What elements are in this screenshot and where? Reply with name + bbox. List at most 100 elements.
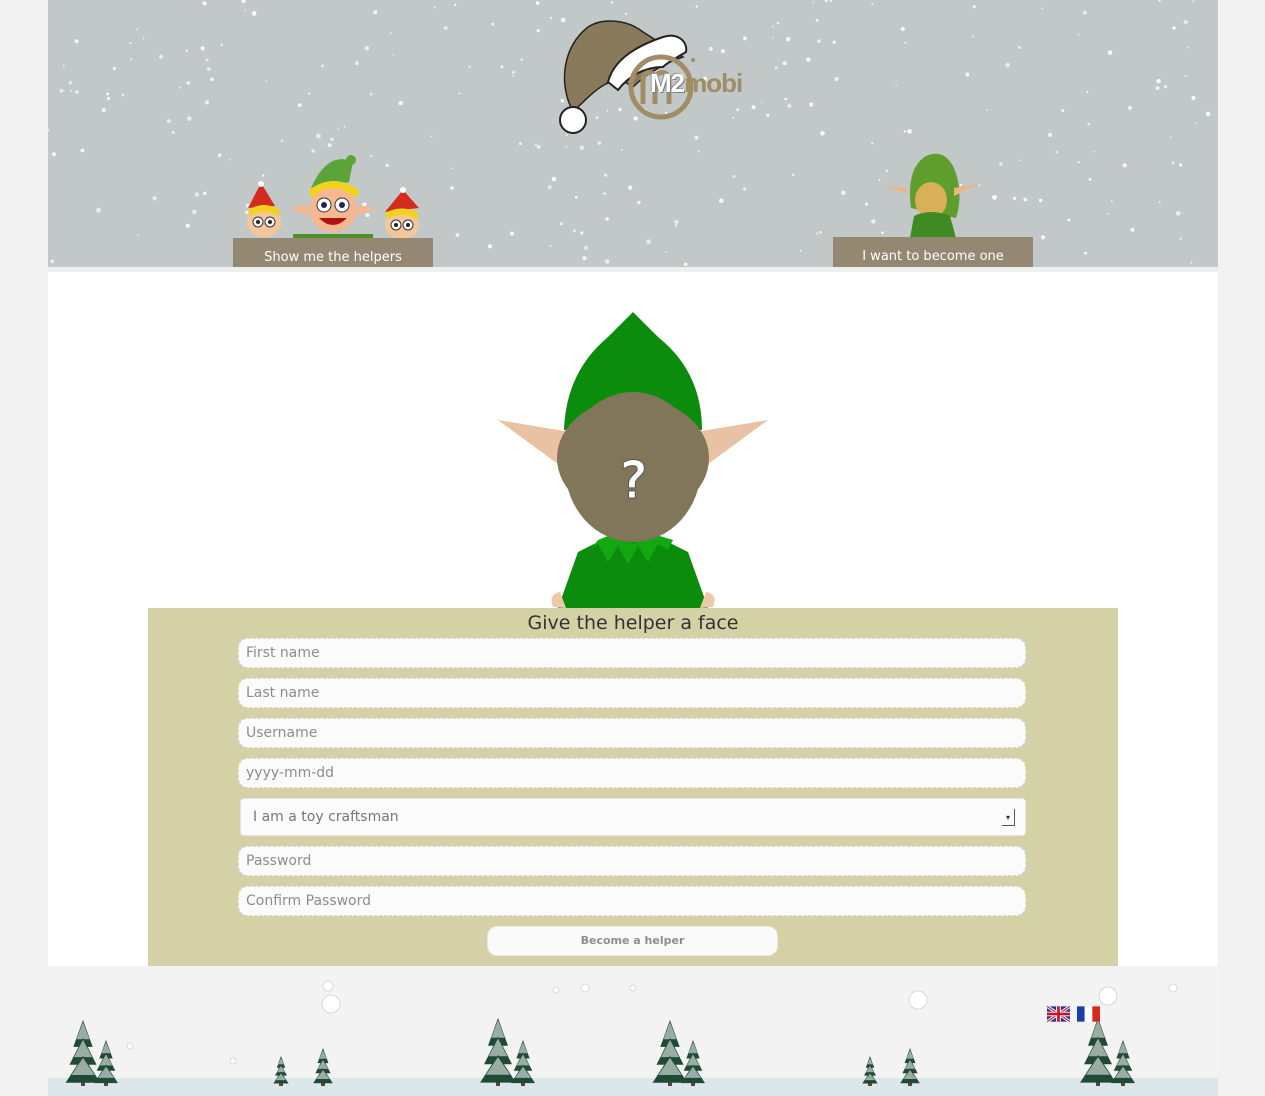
snowflake [75,90,79,94]
main-content: ? Give the helper a face I am a toy craf… [48,272,1218,966]
snowflake [1175,211,1181,216]
snowflake [112,67,116,71]
snowflake [584,245,588,250]
snowflake [322,980,334,992]
snowflake [1156,78,1161,84]
snowflake [574,196,578,199]
snowflake [1169,136,1172,139]
snowflake [430,135,433,138]
snowflake [637,200,641,205]
snowflake [220,43,223,46]
logo-wordmark: M2mobi [650,70,743,96]
snowflake [458,92,461,95]
unknown-face-question-mark: ? [617,451,648,511]
snowflake [48,128,50,132]
snowflake [166,119,171,124]
show-helpers-button[interactable]: Show me the helpers [233,238,433,267]
snowflake [603,192,606,195]
snowflake [1005,62,1010,68]
snowflake [337,127,339,130]
snowflake [229,1057,237,1065]
snowflake [59,88,64,93]
page: M2mobi Show me the helpers I want to bec… [48,0,1218,1096]
snowflake [965,72,970,77]
snowflake [629,984,637,992]
snowflake [185,223,190,228]
snowflake [579,145,584,150]
snowflake [551,176,557,182]
first-name-input[interactable] [238,638,1026,668]
footer [48,966,1218,1096]
snowflake [297,103,302,107]
france-flag-icon[interactable] [1077,1006,1100,1022]
snowflake [355,61,359,66]
snowflake [1179,237,1182,240]
snowflake [1098,986,1118,1006]
snowflake [785,36,791,42]
snowflake [1171,161,1175,164]
snowflake [1179,163,1183,167]
snowflake [674,219,679,224]
snowflake [126,1042,134,1050]
snowflake [903,130,907,133]
username-input[interactable] [238,718,1026,748]
snowflake [776,21,780,25]
snowflake [799,249,802,252]
helper-signup-form: Give the helper a face I am a toy crafts… [148,608,1118,966]
snowflake [1018,46,1021,49]
snowflake [68,80,73,85]
snowflake [1172,26,1176,30]
snowflake [205,58,209,62]
header-banner: M2mobi Show me the helpers I want to bec… [48,0,1218,267]
snowflake [1191,96,1196,100]
snowflake [510,231,514,236]
role-select[interactable]: I am a toy craftsman ▾ [240,798,1026,836]
snowflake [203,191,207,195]
snowflake [450,167,453,170]
confirm-password-input[interactable] [238,886,1026,916]
snowflake [841,190,846,196]
password-input[interactable] [238,846,1026,876]
become-helper-button[interactable]: Become a helper [487,926,778,956]
snowflake [1084,251,1087,255]
snowflake [1127,105,1133,110]
snowflake [241,0,246,3]
snowflake [69,89,72,92]
snowflake [1158,0,1161,2]
last-name-input[interactable] [238,678,1026,708]
snowflake [194,192,200,197]
snowflake [280,139,284,143]
snowflake [719,198,724,203]
snowflake [308,92,311,95]
snowflake [142,37,145,40]
snowflake [549,244,552,247]
snowflake [999,162,1003,166]
uk-flag-icon[interactable] [1047,1006,1070,1022]
snowflake [251,11,257,16]
birthdate-input[interactable] [238,758,1026,788]
snowflake [369,92,373,96]
snowflake [605,217,609,221]
snowflake [809,102,814,107]
faceless-elf-icon[interactable]: ? [448,282,818,608]
snowflake [816,232,819,235]
tree-snow [518,1042,528,1054]
snowflake [611,1,614,4]
snowflake [871,2,874,5]
snowflake [1130,227,1135,232]
become-one-button[interactable]: I want to become one [833,237,1033,267]
snowflake [450,186,454,190]
snowflake [330,137,334,142]
snowflake [205,100,210,105]
snowflake [900,27,905,31]
snowflake [62,64,65,67]
snowflake [1087,122,1091,126]
snowflake [217,153,222,157]
snowflake [904,41,907,44]
snowflake [604,173,608,177]
snowflake [834,76,839,82]
tree-snow [101,1042,111,1054]
snow-ground [48,1078,1218,1096]
form-title: Give the helper a face [527,612,739,634]
chevron-down-icon[interactable]: ▾ [1002,809,1015,826]
